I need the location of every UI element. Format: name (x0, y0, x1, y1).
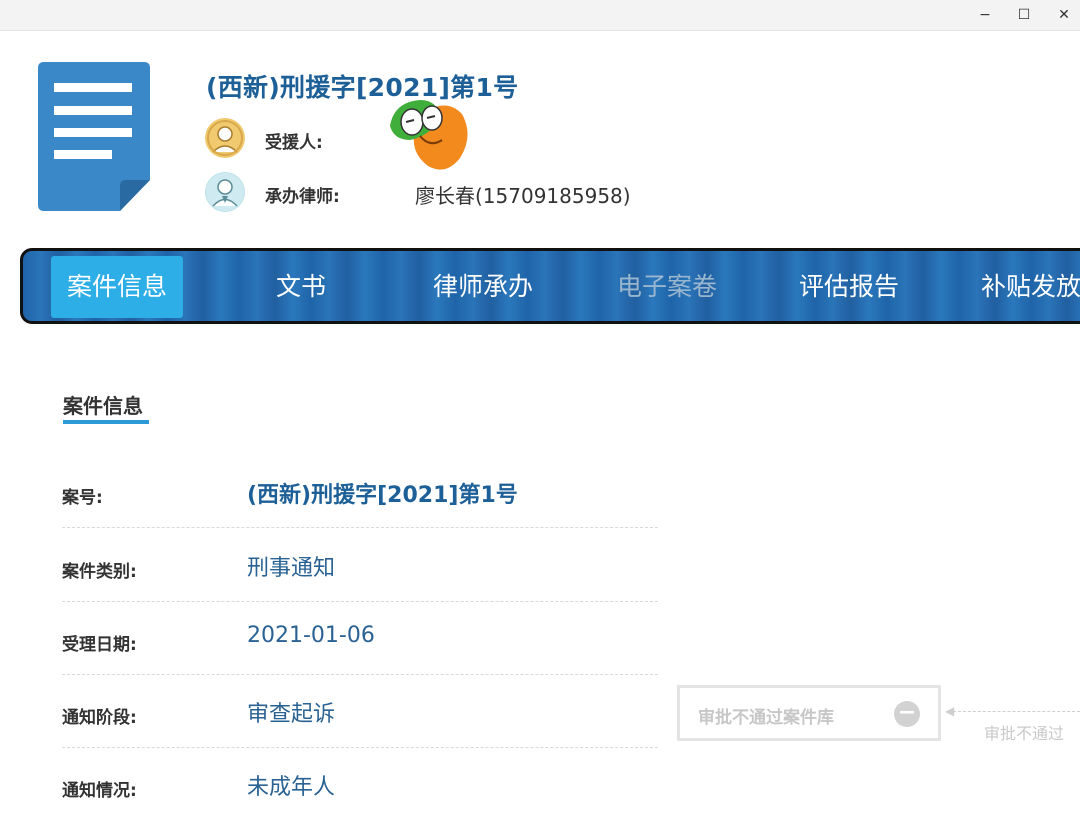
tab-case-info[interactable]: 案件信息 (51, 256, 183, 318)
lawyer-avatar-icon (205, 172, 245, 212)
section-title: 案件信息 (63, 394, 143, 418)
field-value: 未成年人 (247, 775, 336, 800)
minus-circle-icon: − (894, 701, 920, 727)
lawyer-value: 廖长春(15709185958) (415, 184, 631, 208)
window-titlebar: − ☐ ✕ (0, 0, 1080, 31)
field-value: 2021-01-06 (247, 623, 375, 648)
lawyer-label: 承办律师: (265, 187, 340, 207)
minimize-icon[interactable]: − (974, 4, 996, 26)
field-value: (西新)刑援字[2021]第1号 (247, 483, 518, 508)
field-row-notice-status: 通知情况: 未成年人 (62, 746, 658, 820)
reject-flow-label: 审批不通过 (984, 724, 1065, 743)
sticker-icon (390, 100, 468, 170)
field-row-notice-stage: 通知阶段: 审查起诉 (62, 673, 658, 748)
field-row-case-number: 案号: (西新)刑援字[2021]第1号 (62, 453, 658, 528)
recipient-avatar-icon (205, 118, 245, 158)
field-value: 刑事通知 (247, 556, 336, 581)
section-underline (63, 420, 149, 424)
reject-case-library-button[interactable]: 审批不通过案件库 − (677, 685, 941, 741)
field-row-accept-date: 受理日期: 2021-01-06 (62, 600, 658, 675)
flow-connector (948, 711, 1080, 712)
field-value: 审查起诉 (247, 702, 336, 727)
recipient-label: 受援人: (265, 133, 323, 153)
tab-documents[interactable]: 文书 (251, 256, 351, 318)
close-icon[interactable]: ✕ (1053, 4, 1075, 26)
tab-evaluation-report[interactable]: 评估报告 (779, 256, 919, 318)
reject-case-library-label: 审批不通过案件库 (698, 708, 834, 728)
document-icon (38, 62, 150, 211)
field-label: 通知情况: (62, 781, 137, 801)
field-label: 案件类别: (62, 562, 137, 582)
tab-lawyer-handling[interactable]: 律师承办 (413, 256, 553, 318)
maximize-icon[interactable]: ☐ (1013, 4, 1035, 26)
field-row-case-type: 案件类别: 刑事通知 (62, 527, 658, 602)
tab-electronic-file: 电子案卷 (616, 272, 717, 301)
case-tab-bar: 案件信息 文书 律师承办 电子案卷 评估报告 补贴发放 (20, 248, 1080, 324)
tab-subsidy-payment[interactable]: 补贴发放 (961, 256, 1080, 318)
field-label: 受理日期: (62, 635, 137, 655)
field-label: 通知阶段: (62, 708, 137, 728)
field-label: 案号: (62, 488, 103, 508)
